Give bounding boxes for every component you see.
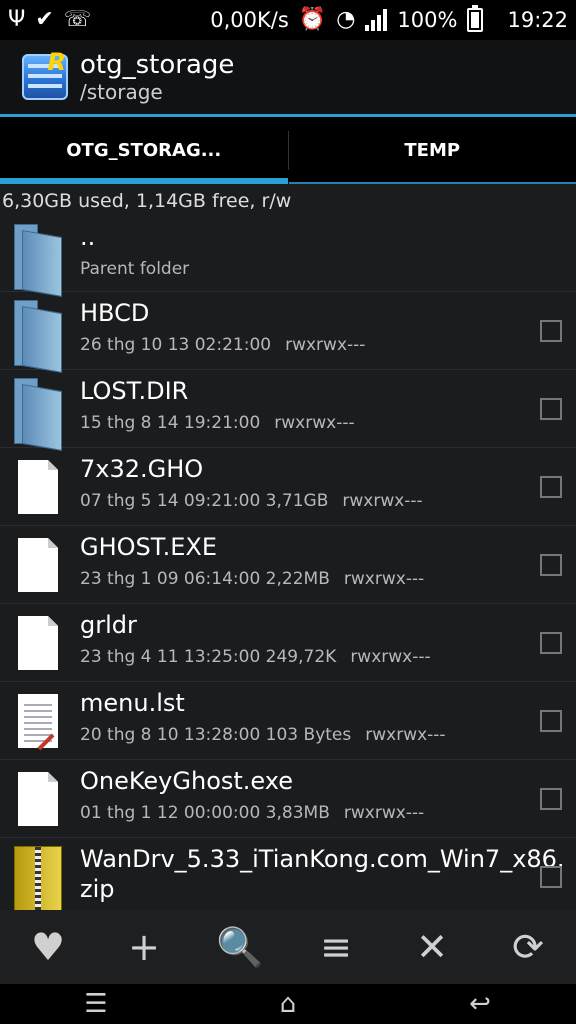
favorite-icon[interactable]: ♥: [24, 923, 72, 971]
home-icon[interactable]: ⌂: [258, 989, 318, 1019]
list-item[interactable]: grldr 23 thg 4 11 13:25:00 249,72K rwxrwx…: [0, 604, 576, 682]
file-name: grldr: [80, 611, 137, 639]
file-meta: 15 thg 8 14 19:21:00 rwxrwx---: [80, 413, 355, 433]
storage-info: 6,30GB used, 1,14GB free, r/w: [2, 190, 292, 212]
file-icon: [14, 612, 62, 676]
tab-temp[interactable]: TEMP: [288, 117, 576, 184]
file-meta: 01 thg 1 12 00:00:00 3,83MB rwxrwx---: [80, 803, 425, 823]
app-bar: R otg_storage /storage: [0, 40, 576, 114]
bottom-toolbar: ♥ + 🔍 ≡ ✕ ⟳: [0, 910, 576, 984]
navigation-bar: ☰ ⌂ ↩: [0, 984, 576, 1024]
file-name: LOST.DIR: [80, 377, 189, 405]
file-icon: [14, 534, 62, 598]
sort-icon[interactable]: ≡: [312, 923, 360, 971]
select-checkbox[interactable]: [540, 632, 562, 654]
network-speed: 0,00K/s: [210, 8, 289, 32]
file-meta: 26 thg 10 13 02:21:00 rwxrwx---: [80, 335, 366, 355]
status-left: Ψ ✔ ☏: [8, 9, 91, 31]
text-file-icon: [14, 690, 62, 754]
file-name: HBCD: [80, 299, 150, 327]
select-checkbox[interactable]: [540, 788, 562, 810]
list-item[interactable]: GHOST.EXE 23 thg 1 09 06:14:00 2,22MB rwx…: [0, 526, 576, 604]
add-icon[interactable]: +: [120, 923, 168, 971]
refresh-icon[interactable]: ⟳: [504, 923, 552, 971]
app-subtitle: /storage: [80, 80, 163, 104]
file-icon: [14, 456, 62, 520]
file-meta: 23 thg 4 11 13:25:00 249,72K rwxrwx---: [80, 647, 431, 667]
app-titles: otg_storage /storage: [80, 50, 234, 104]
file-name: GHOST.EXE: [80, 533, 217, 561]
search-icon[interactable]: 🔍: [216, 923, 264, 971]
file-name: ..: [80, 223, 96, 251]
phone-icon: ☏: [63, 7, 92, 32]
list-item[interactable]: OneKeyGhost.exe 01 thg 1 12 00:00:00 3,8…: [0, 760, 576, 838]
alarm-icon: ⏰: [298, 7, 327, 32]
folder-icon: [14, 378, 62, 452]
file-icon: [14, 768, 62, 832]
list-item-parent-folder[interactable]: .. Parent folder: [0, 216, 576, 298]
folder-icon: [14, 300, 62, 374]
file-meta: Parent folder: [80, 259, 190, 279]
zip-icon: [14, 846, 62, 910]
file-list[interactable]: .. Parent folder HBCD 26 thg 10 13 02:21…: [0, 216, 576, 910]
select-checkbox[interactable]: [540, 710, 562, 732]
file-name: menu.lst: [80, 689, 185, 717]
back-icon[interactable]: ↩: [450, 989, 510, 1019]
usb-icon: Ψ: [8, 7, 26, 32]
file-name: OneKeyGhost.exe: [80, 767, 293, 795]
wifi-icon: ◔: [336, 7, 356, 32]
close-icon[interactable]: ✕: [408, 923, 456, 971]
file-name: WanDrv_5.33_iTianKong.com_Win7_x86.zip: [80, 845, 565, 903]
list-item[interactable]: WanDrv_5.33_iTianKong.com_Win7_x86.zip: [0, 838, 576, 910]
list-item[interactable]: menu.lst 20 thg 8 10 13:28:00 103 Bytes r…: [0, 682, 576, 760]
select-checkbox[interactable]: [540, 398, 562, 420]
app-logo-icon[interactable]: R: [22, 48, 68, 100]
menu-icon[interactable]: ☰: [66, 989, 126, 1019]
clock: 19:22: [507, 8, 568, 32]
check-icon: ✔: [35, 7, 54, 32]
signal-icon: [365, 9, 388, 31]
status-bar: Ψ ✔ ☏ 0,00K/s ⏰ ◔ 100% 19:22: [0, 0, 576, 40]
tab-otg-storage[interactable]: OTG_STORAG...: [0, 117, 288, 184]
app-title: otg_storage: [80, 50, 235, 80]
battery-percent: 100%: [397, 8, 458, 32]
file-meta: 23 thg 1 09 06:14:00 2,22MB rwxrwx---: [80, 569, 425, 589]
list-item[interactable]: LOST.DIR 15 thg 8 14 19:21:00 rwxrwx---: [0, 370, 576, 452]
select-checkbox[interactable]: [540, 476, 562, 498]
battery-icon: [467, 5, 484, 32]
folder-icon: [14, 224, 62, 298]
select-checkbox[interactable]: [540, 866, 562, 888]
file-name: 7x32.GHO: [80, 455, 204, 483]
file-meta: 20 thg 8 10 13:28:00 103 Bytes rwxrwx---: [80, 725, 446, 745]
select-checkbox[interactable]: [540, 320, 562, 342]
status-right: 0,00K/s ⏰ ◔ 100% 19:22: [210, 5, 568, 32]
list-item[interactable]: 7x32.GHO 07 thg 5 14 09:21:00 3,71GB rwxr…: [0, 448, 576, 526]
list-item[interactable]: HBCD 26 thg 10 13 02:21:00 rwxrwx---: [0, 292, 576, 374]
file-meta: 07 thg 5 14 09:21:00 3,71GB rwxrwx---: [80, 491, 423, 511]
select-checkbox[interactable]: [540, 554, 562, 576]
tab-bar: OTG_STORAG... TEMP: [0, 114, 576, 184]
